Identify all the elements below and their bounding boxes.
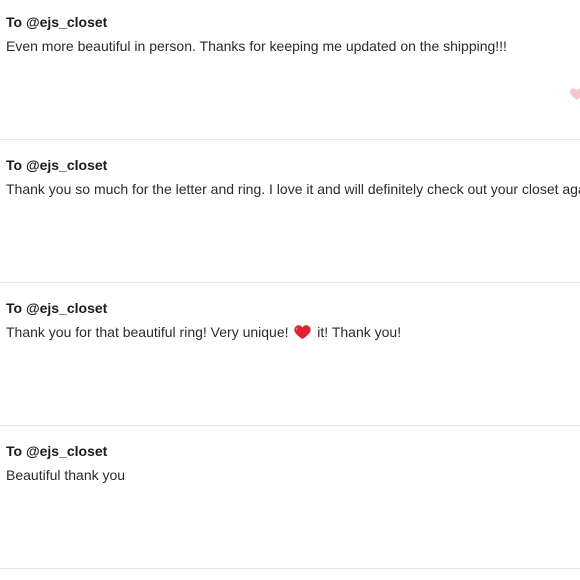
love-notes-feed: To @ejs_closet Even more beautiful in pe… [0, 0, 580, 580]
note-card: To @ejs_closet Even more beautiful in pe… [0, 0, 580, 140]
note-recipient[interactable]: To @ejs_closet [6, 300, 107, 316]
note-message: Thank you so much for the letter and rin… [6, 181, 580, 197]
note-message-row: Thank you for that beautiful ring! Very … [6, 324, 401, 343]
note-message: Even more beautiful in person. Thanks fo… [6, 38, 507, 54]
note-message-end: it! Thank you! [317, 324, 402, 340]
note-message-row: Thank you so much for the letter and rin… [6, 181, 580, 199]
note-message: Beautiful thank you [6, 467, 126, 483]
note-recipient[interactable]: To @ejs_closet [6, 443, 107, 459]
note-recipient[interactable]: To @ejs_closet [6, 14, 107, 30]
note-card: To @ejs_closet Thank you for that beauti… [0, 283, 580, 426]
note-recipient[interactable]: To @ejs_closet [6, 157, 107, 173]
red-heart-icon [294, 324, 312, 343]
note-card: To @ejs_closet Beautiful thank you [0, 426, 580, 569]
note-message-start: Thank you for that beautiful ring! Very … [6, 324, 289, 340]
pink-heart-icon [569, 86, 580, 107]
note-card: To @ejs_closet Thank you so much for the… [0, 140, 580, 283]
